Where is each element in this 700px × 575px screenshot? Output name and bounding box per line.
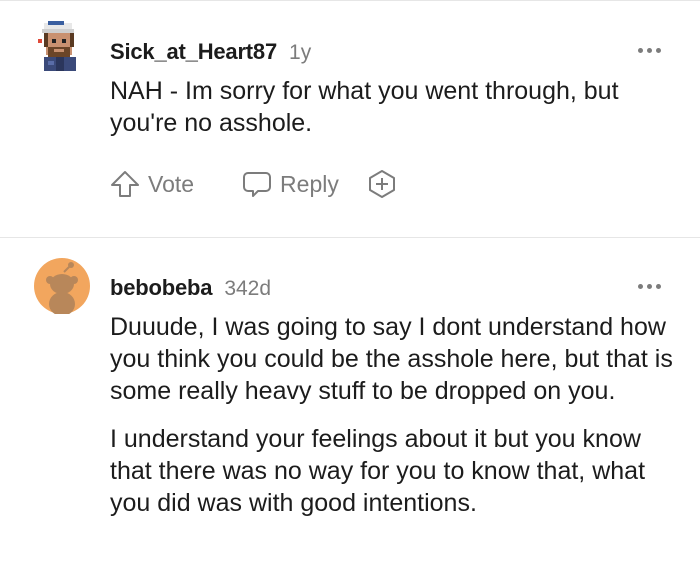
comment-paragraph: I understand your feelings about it but …	[110, 425, 646, 517]
username[interactable]: bebobeba	[110, 275, 213, 301]
comment-meta: bebobeba 342d	[110, 275, 271, 301]
comment-paragraph: Duuude, I was going to say I dont unders…	[110, 313, 673, 405]
vote-label: Vote	[148, 170, 195, 197]
comment-actions: Vote Reply	[110, 167, 397, 201]
comment-body: NAH - Im sorry for what you went through…	[110, 75, 680, 139]
comment-meta: Sick_at_Heart87 1y	[110, 39, 311, 65]
comment-body: Duuude, I was going to say I dont unders…	[110, 311, 680, 519]
username[interactable]: Sick_at_Heart87	[110, 39, 277, 65]
more-options-icon[interactable]	[638, 284, 662, 290]
comment-age: 1y	[289, 41, 312, 64]
user-avatar[interactable]	[34, 19, 90, 75]
upvote-button[interactable]: Vote	[110, 169, 194, 199]
user-avatar[interactable]	[34, 258, 90, 316]
award-plus-icon	[368, 170, 395, 198]
more-options-icon[interactable]	[638, 48, 662, 54]
comment-paragraph: NAH - Im sorry for what you went through…	[110, 77, 619, 137]
reply-label: Reply	[280, 170, 339, 197]
pixel-character-avatar-icon	[38, 21, 76, 71]
comment-2: bebobeba 342d Duuude, I was going to say…	[0, 237, 700, 575]
comment-1: Sick_at_Heart87 1y NAH - Im sorry for wh…	[0, 0, 700, 237]
comment-age: 342d	[224, 277, 272, 300]
snoo-avatar-icon	[34, 258, 90, 316]
upvote-arrow-icon	[111, 171, 139, 197]
award-button[interactable]	[367, 169, 397, 199]
reply-bubble-icon	[243, 172, 272, 197]
reply-button[interactable]: Reply	[242, 169, 339, 199]
